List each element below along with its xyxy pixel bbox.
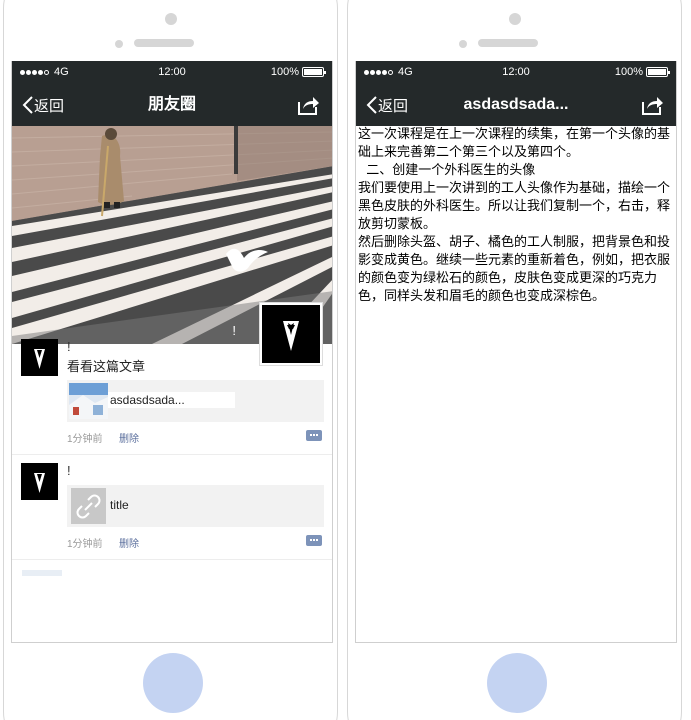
status-bar: 4G 12:00 100% <box>356 61 676 84</box>
battery-indicator: 100% <box>270 66 326 78</box>
tuxedo-avatar-icon <box>34 473 45 493</box>
battery-icon <box>302 67 326 77</box>
post-meta: 1分钟前 删除 <box>67 428 322 445</box>
camera <box>165 13 177 25</box>
delete-button[interactable]: 删除 <box>119 535 139 550</box>
article-body: 这一次课程是在上一次课程的续集，在第一个头像的基础上来完善第二个第三个以及第四个… <box>356 126 676 306</box>
sensor <box>459 40 467 48</box>
sensor <box>115 40 123 48</box>
speaker <box>478 39 538 47</box>
avatar[interactable] <box>21 463 58 500</box>
page-title: 朋友圈 <box>147 96 196 113</box>
comment-icon[interactable] <box>306 430 322 441</box>
share-icon[interactable] <box>640 93 664 117</box>
post-time: 1分钟前 <box>67 434 103 445</box>
article-paragraph: 这一次课程是在上一次课程的续集，在第一个头像的基础上来完善第二个第三个以及第四个… <box>358 127 671 160</box>
battery-label: 100% <box>270 66 299 78</box>
post-meta: 1分钟前 删除 <box>67 533 322 550</box>
screen-moments: 4G 12:00 100% 返回 朋友圈 ! ! 看看这篇文章 asdasdsa… <box>11 61 333 643</box>
battery-icon <box>646 67 670 77</box>
battery-label: 100% <box>614 66 643 78</box>
article-heading: 二、创建一个外科医生的头像 <box>358 163 536 178</box>
link-title: title <box>110 498 129 512</box>
nav-bar: 返回 朋友圈 <box>12 84 332 126</box>
back-button[interactable]: 返回 <box>22 84 64 126</box>
cover-photo: ! <box>12 126 332 366</box>
next-post-preview <box>22 570 62 576</box>
back-label: 返回 <box>34 97 65 115</box>
speaker <box>134 39 194 47</box>
article-thumbnail <box>69 383 108 419</box>
phone-frame-right: 4G 12:00 100% 返回 asdasdsada... 这一次课程是在上一… <box>347 0 682 720</box>
article-paragraph: 我们要使用上一次讲到的工人头像作为基础，描绘一个黑色皮肤的外科医生。所以让我们复… <box>358 181 671 232</box>
phone-frame-left: 4G 12:00 100% 返回 朋友圈 ! ! 看看这篇文章 asdasdsa… <box>3 0 338 720</box>
home-button[interactable] <box>487 653 547 713</box>
screen-article: 4G 12:00 100% 返回 asdasdsada... 这一次课程是在上一… <box>355 61 677 643</box>
link-icon <box>71 488 106 524</box>
chevron-left-icon <box>366 96 377 114</box>
tuxedo-avatar-icon <box>34 349 45 369</box>
share-icon[interactable] <box>296 93 320 117</box>
post-text: 看看这篇文章 <box>67 359 146 374</box>
avatar[interactable] <box>21 339 58 376</box>
back-button[interactable]: 返回 <box>366 84 408 126</box>
list-item: ! title 1分钟前 删除 <box>12 455 332 560</box>
back-label: 返回 <box>378 97 409 115</box>
status-bar: 4G 12:00 100% <box>12 61 332 84</box>
comment-icon[interactable] <box>306 535 322 546</box>
delete-button[interactable]: 删除 <box>119 430 139 445</box>
page-title: asdasdsada... <box>463 96 569 113</box>
moments-feed: ! 看看这篇文章 asdasdsada... 1分钟前 删除 ! title 1… <box>12 331 332 576</box>
shared-link-card[interactable]: asdasdsada... <box>67 380 324 422</box>
camera <box>509 13 521 25</box>
battery-indicator: 100% <box>614 66 670 78</box>
article-paragraph: 然后删除头盔、胡子、橘色的工人制服，把背景色和投影变成黄色。继续一些元素的重新着… <box>358 235 671 304</box>
link-title: asdasdsada... <box>110 393 185 407</box>
chevron-left-icon <box>22 96 33 114</box>
shared-link-card[interactable]: title <box>67 485 324 527</box>
list-item: ! 看看这篇文章 asdasdsada... 1分钟前 删除 <box>12 331 332 455</box>
nav-bar: 返回 asdasdsada... <box>356 84 676 126</box>
post-author: ! <box>67 463 71 478</box>
home-button[interactable] <box>143 653 203 713</box>
post-author: ! <box>67 339 71 354</box>
post-time: 1分钟前 <box>67 539 103 550</box>
